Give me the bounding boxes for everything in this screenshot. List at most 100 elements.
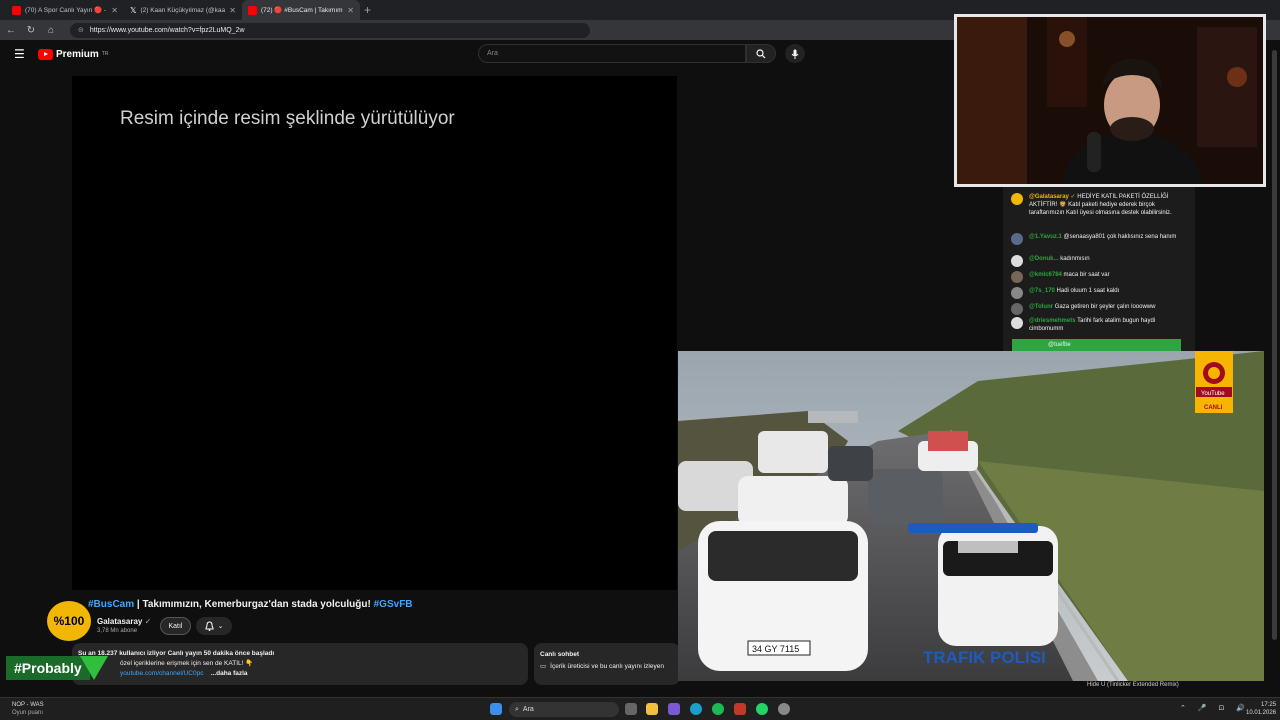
live-chat-panel-collapsed[interactable]: Canlı sohbet ▭ İçerik üreticisi ve bu can…: [534, 643, 680, 685]
voice-search-button[interactable]: [785, 44, 805, 63]
verified-icon: ✓: [144, 617, 152, 626]
hamburger-menu-icon[interactable]: ☰: [14, 47, 26, 61]
chat-bubble-icon: ▭: [540, 663, 547, 670]
title-hashtag-link[interactable]: #GSvFB: [374, 599, 413, 610]
chat-author[interactable]: @kmlc6784: [1029, 272, 1062, 278]
channel-avatar[interactable]: %100: [47, 601, 91, 641]
taskbar-search[interactable]: ⌕ Ara: [509, 702, 619, 717]
police-text: TRAFIK POLISI: [923, 648, 1046, 667]
chat-message: @1.Yavuz.1 @senaasya801 çok haklısınız s…: [1011, 233, 1183, 245]
reload-icon[interactable]: ↻: [26, 25, 36, 36]
brand-badge-top: YouTube: [1201, 391, 1225, 397]
chat-author[interactable]: @7s_170: [1029, 288, 1055, 294]
chevron-down-icon: ⌄: [217, 623, 224, 630]
tab-title: (72) 🔴 #BusCam | Takımımızın: [261, 7, 343, 14]
url-field[interactable]: ⊝ https://www.youtube.com/watch?v=fpz2Lu…: [70, 22, 590, 38]
settings-icon[interactable]: [778, 703, 790, 715]
join-button[interactable]: Katıl: [160, 617, 191, 635]
region-code: TR: [101, 51, 109, 57]
search-button[interactable]: [746, 44, 776, 63]
chat-text: @senaasya801 çok haklısınız sena hanım: [1063, 234, 1177, 240]
subscriber-count: 3,78 Mn abone: [97, 628, 138, 634]
title-text: | Takımımızın, Kemerburgaz'dan stada yol…: [134, 599, 374, 610]
brand-badge-bottom: CANLI: [1204, 405, 1223, 411]
task-view-icon[interactable]: [625, 703, 637, 715]
chat-text: Hadi oluum 1 saat kaldı: [1056, 288, 1120, 294]
related-video-title[interactable]: Hide U (Tinlicker Extended Remix): [1087, 682, 1179, 689]
page-scrollbar-thumb[interactable]: [1272, 50, 1277, 640]
watermark-badge: #Probably: [6, 656, 108, 680]
now-playing-sub: Oyun puanı: [12, 710, 44, 716]
chat-author[interactable]: @driesmehmets: [1029, 318, 1076, 324]
url-text: https://www.youtube.com/watch?v=fpz2LuMQ…: [89, 26, 245, 34]
notification-button[interactable]: ⌄: [196, 617, 232, 635]
clock-time: 17:25: [1261, 702, 1277, 708]
chat-message: @Galatasaray ✓ HEDİYE KATIL PAKETİ ÖZELL…: [1011, 193, 1183, 217]
avatar: [1011, 317, 1023, 329]
pinned-author: @tuefbe: [1048, 342, 1071, 348]
chat-author[interactable]: @1.Yavuz.1: [1029, 234, 1062, 240]
chat-info-text: İçerik üreticisi ve bu canlı yayını izle…: [550, 663, 664, 670]
chat-message: @kmlc6784 maca bir saat var: [1011, 271, 1183, 283]
live-chat-messages: @Galatasaray ✓ HEDİYE KATIL PAKETİ ÖZELL…: [1003, 187, 1195, 354]
tab-title: (2) Kaan Küçükyılmaz (@kaankckyilmaz): [140, 6, 226, 14]
chat-message: @7s_170 Hadi oluum 1 saat kaldı: [1011, 287, 1183, 299]
traffic-scene-image: TRAFIK POLISI 34 GY 7115 YouTube CANLI: [678, 351, 1264, 681]
avatar: [1011, 303, 1023, 315]
close-tab-icon[interactable]: ✕: [347, 6, 354, 15]
file-explorer-icon[interactable]: [646, 703, 658, 715]
video-title: #BusCam | Takımımızın, Kemerburgaz'dan s…: [88, 599, 413, 610]
chat-author[interactable]: @Tolunr: [1029, 304, 1053, 310]
edge-icon[interactable]: [690, 703, 702, 715]
pip-video-window[interactable]: TRAFIK POLISI 34 GY 7115 YouTube CANLI: [678, 351, 1264, 681]
close-tab-icon[interactable]: ✕: [111, 6, 118, 15]
home-icon[interactable]: ⌂: [46, 25, 56, 36]
back-icon[interactable]: ←: [6, 25, 16, 36]
avatar: [1011, 271, 1023, 283]
taskbar-clock[interactable]: 17:25 10.01.2026: [1246, 701, 1276, 717]
webcam-overlay: [954, 14, 1266, 187]
close-tab-icon[interactable]: ✕: [229, 6, 236, 15]
bell-icon: [205, 621, 214, 631]
avatar: [1011, 233, 1023, 245]
now-playing-widget[interactable]: NOP - WAS Oyun puanı: [12, 701, 44, 717]
app-icon[interactable]: [668, 703, 680, 715]
title-hashtag-link[interactable]: #BusCam: [88, 599, 134, 610]
chat-message: @Tolunr Gaza getiren bir şeyler çalın lo…: [1011, 303, 1183, 315]
site-info-icon[interactable]: ⊝: [78, 26, 84, 34]
youtube-favicon-icon: [12, 5, 21, 15]
video-player[interactable]: Resim içinde resim şeklinde yürütülüyor: [72, 76, 677, 590]
windows-taskbar: NOP - WAS Oyun puanı ⌕ Ara ⌃ 🎤 ⊡ 🔊 17:25…: [0, 697, 1280, 720]
avatar: [1011, 255, 1023, 267]
chat-author[interactable]: @Donuk...: [1029, 256, 1059, 262]
youtube-premium-logo[interactable]: Premium TR: [38, 48, 109, 60]
spotify-icon[interactable]: [712, 703, 724, 715]
chat-text: kadınmısın: [1060, 256, 1090, 262]
description-box[interactable]: Su an 18.237 kullanıcı izliyor Canlı yay…: [72, 643, 528, 685]
tab-aspor[interactable]: (70) A Spor Canlı Yayın 🔴 - YouTube ✕: [6, 0, 124, 20]
search-icon: ⌕: [515, 705, 519, 713]
logo-text: Premium: [56, 48, 99, 60]
chat-message: @Donuk... kadınmısın: [1011, 255, 1183, 267]
whatsapp-icon[interactable]: [756, 703, 768, 715]
description-line: özel içeriklerine erişmek için sen de KA…: [120, 660, 254, 667]
system-tray-icons[interactable]: ⌃ 🎤 ⊡ 🔊: [1180, 704, 1250, 712]
channel-name[interactable]: Galatasaray ✓: [97, 617, 151, 626]
description-link[interactable]: youtube.com/channel/UC0pc: [120, 670, 203, 677]
chat-author[interactable]: @Galatasaray ✓: [1029, 194, 1076, 200]
tab-title: (70) A Spor Canlı Yayın 🔴 - YouTube: [25, 7, 107, 14]
search-input[interactable]: Ara: [478, 44, 746, 63]
tab-buscam[interactable]: (72) 🔴 #BusCam | Takımımızın ✕: [242, 0, 360, 20]
channel-name-text: Galatasaray: [97, 617, 143, 626]
membership-banner[interactable]: @tuefbe: [1012, 339, 1181, 351]
chat-title: Canlı sohbet: [540, 651, 580, 658]
watermark-text: #Probably: [14, 660, 82, 676]
windows-start-icon[interactable]: [490, 703, 502, 715]
taskbar-search-label: Ara: [522, 706, 534, 713]
license-plate: 34 GY 7115: [752, 644, 799, 654]
show-more-link[interactable]: ...daha fazla: [211, 670, 248, 677]
tab-x-profile[interactable]: 𝕏 (2) Kaan Küçükyılmaz (@kaankckyilmaz) …: [124, 0, 242, 20]
chat-text: Gaza getiren bir şeyler çalın looowww: [1054, 304, 1156, 310]
new-tab-icon[interactable]: +: [364, 3, 371, 17]
app-icon[interactable]: [734, 703, 746, 715]
